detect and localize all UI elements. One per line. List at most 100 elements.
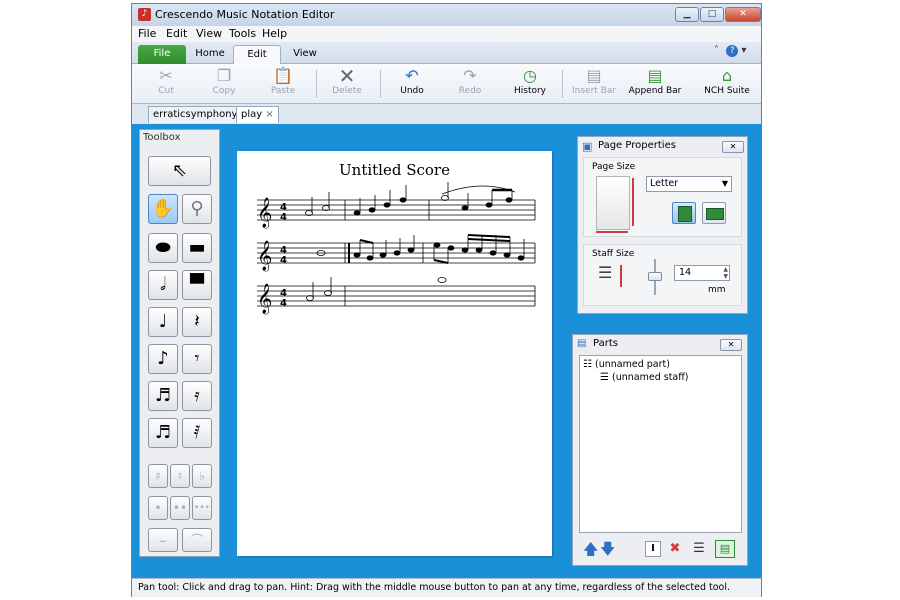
natural-icon: ♮ bbox=[177, 469, 183, 483]
sixteenth-note-button[interactable]: ♬ bbox=[148, 381, 178, 411]
tab-home[interactable]: Home bbox=[190, 45, 230, 64]
double-dot-icon: •• bbox=[172, 501, 188, 515]
dot-button[interactable]: • bbox=[148, 496, 168, 520]
cut-button[interactable]: ✂ Cut bbox=[146, 66, 186, 102]
spin-down-icon[interactable]: ▼ bbox=[723, 273, 728, 280]
doc-tab-play[interactable]: play × bbox=[236, 106, 279, 123]
svg-text:4: 4 bbox=[280, 298, 287, 309]
whole-rest-button[interactable]: ▬ bbox=[182, 233, 212, 263]
help-icon[interactable]: ? bbox=[726, 45, 739, 57]
close-tab-icon[interactable]: × bbox=[265, 109, 273, 120]
arrow-up-icon: 🡅 bbox=[583, 540, 599, 558]
natural-button[interactable]: ♮ bbox=[170, 464, 190, 488]
staff-item[interactable]: ☰ (unnamed staff) bbox=[600, 372, 689, 383]
close-icon: ✕ bbox=[727, 340, 735, 349]
sixteenth-rest-icon: 𝄿 bbox=[194, 385, 200, 406]
eighth-rest-button[interactable]: 𝄾 bbox=[182, 344, 212, 374]
menu-view[interactable]: View bbox=[196, 27, 222, 40]
ribbon-separator bbox=[316, 70, 317, 98]
collapse-ribbon-icon[interactable]: ˄ bbox=[714, 45, 719, 56]
tie-button[interactable]: ⌣ bbox=[148, 528, 178, 552]
double-dot-button[interactable]: •• bbox=[170, 496, 190, 520]
landscape-icon bbox=[706, 208, 724, 220]
half-rest-button[interactable]: ▀ bbox=[182, 270, 212, 300]
clefs: 𝄞 𝄞 𝄞 44 44 44 bbox=[257, 197, 287, 315]
ribbon-help-controls: ˄ ? ▾ bbox=[714, 45, 746, 57]
staff-icon: ☰ bbox=[600, 372, 609, 383]
minimize-icon: ▁ bbox=[683, 9, 691, 19]
thirtysecond-rest-button[interactable]: 𝅀 bbox=[182, 418, 212, 448]
add-part-button[interactable]: ▤ bbox=[715, 540, 735, 558]
thirtysecond-note-button[interactable]: ♬ bbox=[148, 418, 178, 448]
redo-button[interactable]: ↷ Redo bbox=[450, 66, 490, 102]
parts-icon: ▤ bbox=[577, 338, 587, 349]
undo-button[interactable]: ↶ Undo bbox=[392, 66, 432, 102]
part-item[interactable]: ☷ (unnamed part) bbox=[583, 359, 670, 370]
redo-icon: ↷ bbox=[463, 66, 477, 85]
sixteenth-rest-button[interactable]: 𝄿 bbox=[182, 381, 212, 411]
whole-note-button[interactable]: ⬬ bbox=[148, 233, 178, 263]
window-title: Crescendo Music Notation Editor bbox=[155, 8, 335, 21]
flat-button[interactable]: ♭ bbox=[192, 464, 212, 488]
close-button[interactable]: ✕ bbox=[725, 7, 761, 22]
add-staff-button[interactable]: ☰ bbox=[690, 541, 708, 557]
menu-tools[interactable]: Tools bbox=[229, 27, 256, 40]
copy-button[interactable]: ❐ Copy bbox=[204, 66, 244, 102]
tie-icon: ⌣ bbox=[159, 533, 167, 547]
eighth-note-button[interactable]: ♪ bbox=[148, 344, 178, 374]
hand-tool-button[interactable]: ✋ bbox=[148, 194, 178, 224]
append-bar-button[interactable]: ▤ Append Bar bbox=[628, 66, 682, 102]
staff-size-group: Staff Size ☰ 14 ▲ ▼ mm bbox=[583, 244, 742, 306]
tab-view[interactable]: View bbox=[287, 45, 323, 64]
treble-clef-icon: 𝄞 bbox=[257, 283, 272, 315]
menu-help[interactable]: Help bbox=[262, 27, 287, 40]
half-note-button[interactable]: 𝅗𝅥 bbox=[148, 270, 178, 300]
delete-part-button[interactable]: ✖ bbox=[667, 541, 683, 557]
page-size-select[interactable]: Letter ▼ bbox=[646, 176, 732, 192]
staff-size-input[interactable]: 14 ▲ ▼ bbox=[674, 265, 730, 281]
thirtysecond-rest-icon: 𝅀 bbox=[193, 422, 201, 443]
triple-dot-button[interactable]: ••• bbox=[192, 496, 212, 520]
quarter-note-button[interactable]: ♩ bbox=[148, 307, 178, 337]
rename-part-button[interactable]: I bbox=[645, 541, 661, 557]
tab-edit[interactable]: Edit bbox=[233, 45, 281, 65]
page-width-indicator bbox=[596, 231, 628, 233]
portrait-button[interactable] bbox=[672, 202, 696, 224]
pointer-icon: ⇖ bbox=[171, 160, 188, 181]
nch-suite-button[interactable]: ⌂ NCH Suite bbox=[701, 66, 753, 102]
pointer-tool-button[interactable]: ⇖ bbox=[148, 156, 211, 186]
parts-close-button[interactable]: ✕ bbox=[720, 339, 742, 351]
move-part-down-button[interactable]: 🡇 bbox=[600, 539, 615, 564]
tab-file[interactable]: File bbox=[138, 45, 186, 64]
zoom-tool-button[interactable]: ⚲ bbox=[182, 194, 212, 224]
close-icon: ✕ bbox=[729, 142, 737, 151]
whole-rest-icon: ▬ bbox=[188, 237, 206, 258]
parts-tree: ☷ (unnamed part) ☰ (unnamed staff) bbox=[579, 355, 742, 533]
delete-button[interactable]: ✕ Delete bbox=[327, 66, 367, 102]
page-properties-close-button[interactable]: ✕ bbox=[722, 141, 744, 153]
page-properties-icon: ▣ bbox=[582, 140, 593, 153]
page-height-indicator bbox=[632, 178, 634, 226]
quarter-rest-button[interactable]: 𝄽 bbox=[182, 307, 212, 337]
spin-up-icon[interactable]: ▲ bbox=[723, 266, 728, 273]
landscape-button[interactable] bbox=[702, 202, 726, 224]
staff-size-slider-thumb[interactable] bbox=[648, 272, 662, 281]
menu-file[interactable]: File bbox=[138, 27, 156, 40]
paste-button[interactable]: 📋 Paste bbox=[263, 66, 303, 102]
minimize-button[interactable]: ▁ bbox=[675, 7, 699, 22]
history-button[interactable]: ◷ History bbox=[508, 66, 552, 102]
delete-icon: ✕ bbox=[338, 64, 356, 88]
insert-bar-button[interactable]: ▤ Insert Bar bbox=[572, 66, 616, 102]
menu-edit[interactable]: Edit bbox=[166, 27, 187, 40]
scissors-icon: ✂ bbox=[159, 66, 173, 85]
help-dropdown-icon[interactable]: ▾ bbox=[741, 45, 746, 56]
flat-icon: ♭ bbox=[199, 469, 205, 483]
slur-button[interactable]: ⌒ bbox=[182, 528, 212, 552]
add-part-icon: ▤ bbox=[719, 542, 731, 555]
move-part-up-button[interactable]: 🡅 bbox=[583, 539, 598, 564]
maximize-button[interactable]: □ bbox=[700, 7, 724, 22]
append-bar-icon: ▤ bbox=[647, 66, 663, 85]
score-page[interactable]: Untitled Score 𝄞 𝄞 𝄞 4 4 4 4 4 4 bbox=[237, 151, 552, 556]
staff-size-label: Staff Size bbox=[592, 249, 635, 259]
sharp-button[interactable]: ♯ bbox=[148, 464, 168, 488]
